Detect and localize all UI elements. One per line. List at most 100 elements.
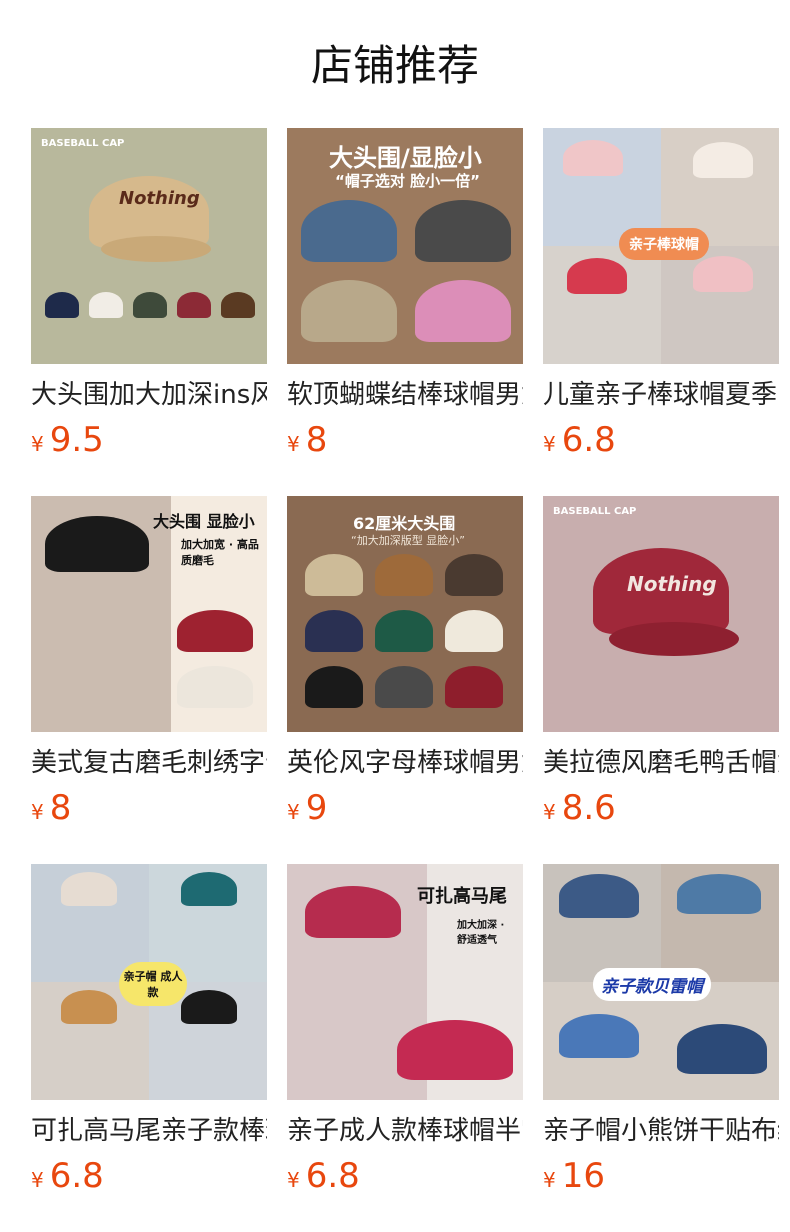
product-price: ¥6.8	[543, 418, 779, 462]
cap-shape	[415, 200, 511, 262]
currency-symbol: ¥	[543, 432, 556, 456]
product-title[interactable]: 美式复古磨毛刺绣字母	[31, 746, 267, 780]
product-card[interactable]: 大头围 显脸小 加大加宽 · 高品质磨毛 美式复古磨毛刺绣字母 ¥8	[31, 496, 267, 864]
product-title[interactable]: 亲子帽小熊饼干贴布绣	[543, 1114, 779, 1148]
product-price: ¥9	[287, 786, 523, 830]
cap-shape	[177, 610, 253, 652]
cap-shape	[563, 140, 623, 176]
image-caption: “帽子选对 脸小一倍”	[335, 172, 480, 190]
image-badge: 可扎高马尾	[417, 886, 507, 907]
cap-shape	[45, 516, 149, 572]
image-caption: Nothing	[627, 572, 717, 596]
cap-shape	[305, 554, 363, 596]
product-grid: BASEBALL CAP Nothing 大头围加大加深ins风 ¥9.5 大头…	[31, 128, 781, 1232]
image-caption: 加大加深 · 舒适透气	[457, 920, 505, 946]
cap-shape	[375, 666, 433, 708]
cap-shape	[375, 554, 433, 596]
cap-shape	[559, 1014, 639, 1058]
cap-shape	[133, 292, 167, 318]
price-value: 16	[561, 1156, 605, 1196]
page-title: 店铺推荐	[310, 41, 479, 90]
cap-shape	[415, 280, 511, 342]
cap-shape	[301, 200, 397, 262]
cap-shape	[375, 610, 433, 652]
product-image[interactable]: 亲子帽 成人款	[31, 864, 267, 1100]
image-badge: 亲子棒球帽	[619, 228, 709, 260]
price-value: 6.8	[49, 1156, 104, 1196]
currency-symbol: ¥	[31, 800, 44, 824]
currency-symbol: ¥	[287, 800, 300, 824]
currency-symbol: ¥	[287, 1168, 300, 1192]
cap-shape	[61, 990, 117, 1024]
cap-shape	[181, 990, 237, 1024]
product-title[interactable]: 英伦风字母棒球帽男女	[287, 746, 523, 780]
currency-symbol: ¥	[287, 432, 300, 456]
image-badge: 大头围/显脸小	[329, 144, 482, 172]
cap-brim	[101, 236, 211, 262]
product-title[interactable]: 可扎高马尾亲子款棒球	[31, 1114, 267, 1148]
product-price: ¥8	[287, 418, 523, 462]
product-title[interactable]: 软顶蝴蝶结棒球帽男女	[287, 378, 523, 412]
image-badge: 大头围 显脸小	[153, 512, 255, 531]
product-title[interactable]: 大头围加大加深ins风	[31, 378, 267, 412]
product-card[interactable]: BASEBALL CAP Nothing 美拉德风磨毛鸭舌帽女 ¥8.6	[543, 496, 779, 864]
image-badge: 亲子款贝雷帽	[593, 968, 711, 1001]
product-image[interactable]: 62厘米大头围 “加大加深版型 显脸小”	[287, 496, 523, 732]
cap-shape	[559, 874, 639, 918]
cap-shape	[221, 292, 255, 318]
product-price: ¥9.5	[31, 418, 267, 462]
image-caption: “加大加深版型 显脸小”	[351, 534, 465, 547]
cap-shape	[693, 142, 753, 178]
product-price: ¥8	[31, 786, 267, 830]
currency-symbol: ¥	[31, 432, 44, 456]
cap-shape	[677, 1024, 767, 1074]
product-card[interactable]: 62厘米大头围 “加大加深版型 显脸小” 英伦风字母棒球帽男女 ¥9	[287, 496, 523, 864]
currency-symbol: ¥	[543, 1168, 556, 1192]
image-badge: 亲子帽 成人款	[119, 962, 187, 1006]
product-card[interactable]: 亲子帽 成人款 可扎高马尾亲子款棒球 ¥6.8	[31, 864, 267, 1232]
cap-shape	[181, 872, 237, 906]
cap-shape	[45, 292, 79, 318]
image-badge: BASEBALL CAP	[41, 138, 125, 149]
cap-shape	[305, 886, 401, 938]
product-price: ¥6.8	[287, 1154, 523, 1198]
product-price: ¥8.6	[543, 786, 779, 830]
cap-shape	[301, 280, 397, 342]
product-image[interactable]: BASEBALL CAP Nothing	[31, 128, 267, 364]
product-image[interactable]: 亲子棒球帽	[543, 128, 779, 364]
product-image[interactable]: 可扎高马尾 加大加深 · 舒适透气	[287, 864, 523, 1100]
currency-symbol: ¥	[543, 800, 556, 824]
product-card[interactable]: 可扎高马尾 加大加深 · 舒适透气 亲子成人款棒球帽半空 ¥6.8	[287, 864, 523, 1232]
product-image[interactable]: 大头围 显脸小 加大加宽 · 高品质磨毛	[31, 496, 267, 732]
cap-shape	[61, 872, 117, 906]
cap-shape	[177, 292, 211, 318]
cap-brim	[609, 622, 739, 656]
product-card[interactable]: 大头围/显脸小 “帽子选对 脸小一倍” 软顶蝴蝶结棒球帽男女 ¥8	[287, 128, 523, 496]
product-image[interactable]: 大头围/显脸小 “帽子选对 脸小一倍”	[287, 128, 523, 364]
product-title[interactable]: 亲子成人款棒球帽半空	[287, 1114, 523, 1148]
price-value: 6.8	[561, 420, 616, 460]
cap-shape	[567, 258, 627, 294]
product-title[interactable]: 儿童亲子棒球帽夏季	[543, 378, 779, 412]
product-card[interactable]: BASEBALL CAP Nothing 大头围加大加深ins风 ¥9.5	[31, 128, 267, 496]
cap-shape	[305, 610, 363, 652]
image-caption: 加大加宽 · 高品质磨毛	[181, 538, 259, 567]
product-price: ¥16	[543, 1154, 779, 1198]
product-image[interactable]: BASEBALL CAP Nothing	[543, 496, 779, 732]
currency-symbol: ¥	[31, 1168, 44, 1192]
cap-shape	[445, 554, 503, 596]
cap-shape	[677, 874, 761, 914]
product-image[interactable]: 亲子款贝雷帽	[543, 864, 779, 1100]
product-card[interactable]: 亲子棒球帽 儿童亲子棒球帽夏季 ¥6.8	[543, 128, 779, 496]
cap-shape	[177, 666, 253, 708]
cap-shape	[693, 256, 753, 292]
cap-shape	[445, 666, 503, 708]
product-title[interactable]: 美拉德风磨毛鸭舌帽女	[543, 746, 779, 780]
cap-shape	[89, 292, 123, 318]
cap-shape	[397, 1020, 513, 1080]
product-card[interactable]: 亲子款贝雷帽 亲子帽小熊饼干贴布绣 ¥16	[543, 864, 779, 1232]
price-value: 6.8	[305, 1156, 360, 1196]
price-value: 9	[305, 788, 328, 828]
price-value: 8	[49, 788, 72, 828]
image-badge: BASEBALL CAP	[553, 506, 637, 517]
